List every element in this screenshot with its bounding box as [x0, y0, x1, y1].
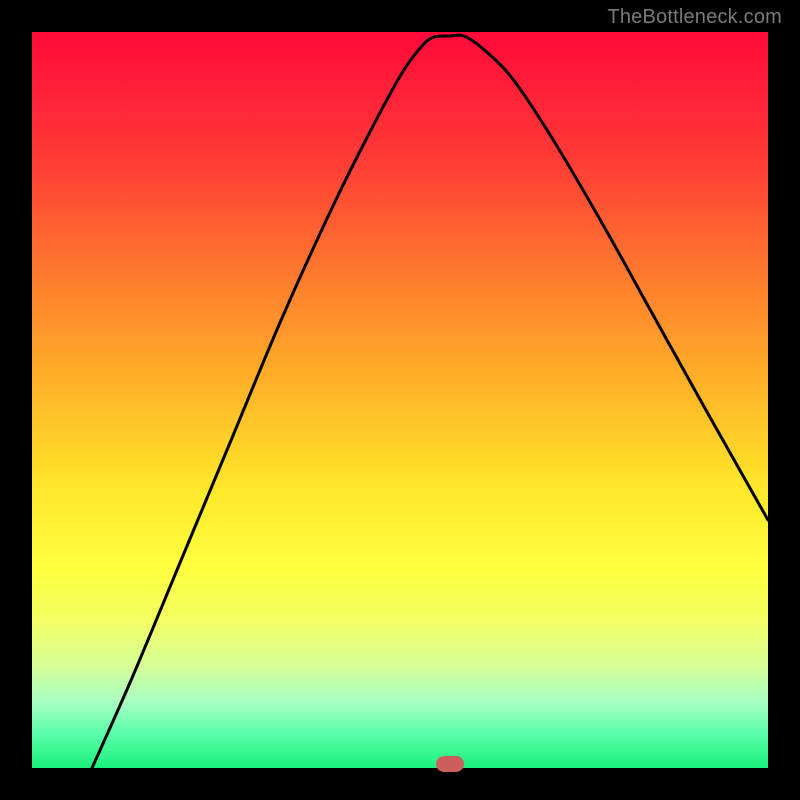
plot-area — [32, 32, 768, 768]
watermark-text: TheBottleneck.com — [607, 6, 782, 29]
optimum-marker — [436, 756, 464, 772]
chart-frame: TheBottleneck.com — [0, 0, 800, 800]
bottleneck-curve — [32, 32, 768, 768]
